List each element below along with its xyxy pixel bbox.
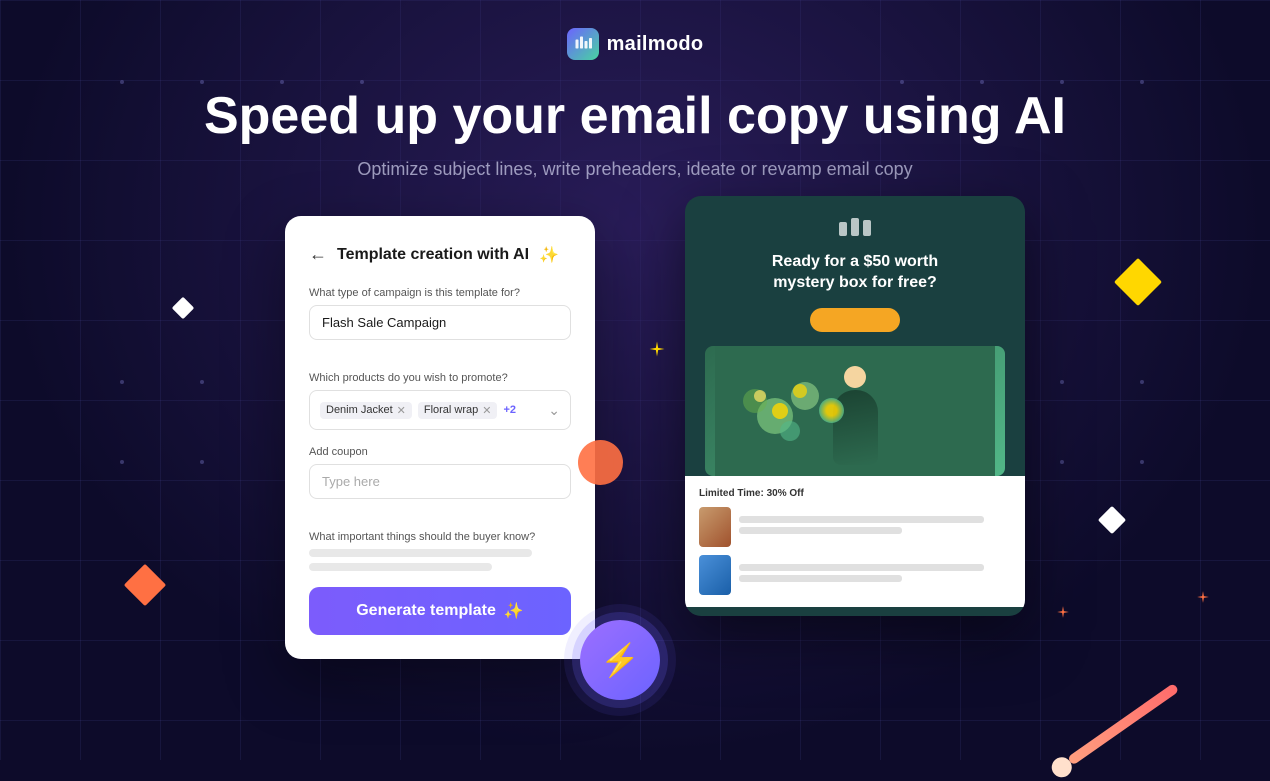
- tag-denim-jacket-label: Denim Jacket: [326, 404, 393, 416]
- product-row-1: [699, 507, 1011, 547]
- panel-title: Template creation with AI: [337, 246, 529, 264]
- orange-blob-decoration: [578, 440, 623, 485]
- buyer-info-skeleton: [309, 549, 571, 571]
- generate-button[interactable]: Generate template ✨: [309, 587, 571, 635]
- lightning-circle: ⚡: [580, 620, 660, 700]
- email-cta-button[interactable]: [810, 308, 900, 332]
- email-panel-inner: Ready for a $50 worthmystery box for fre…: [685, 196, 1025, 476]
- skeleton-line-2: [309, 563, 492, 571]
- email-preview-panel: Ready for a $50 worthmystery box for fre…: [685, 196, 1025, 616]
- buyer-info-label: What important things should the buyer k…: [309, 531, 571, 543]
- brand-name: mailmodo: [607, 33, 704, 56]
- coupon-group: Add coupon: [309, 446, 571, 515]
- lightning-bolt-icon: ⚡: [600, 641, 640, 679]
- orange-sparkle-2: [1196, 590, 1210, 609]
- product-row-2: [699, 555, 1011, 595]
- panels-wrapper: ← Template creation with AI ✨ What type …: [285, 216, 985, 659]
- product-thumb-1: [699, 507, 731, 547]
- email-logo: [705, 216, 1005, 238]
- header: mailmodo: [567, 28, 704, 60]
- skeleton-line-1: [309, 549, 532, 557]
- hero-title: Speed up your email copy using AI: [204, 88, 1066, 145]
- email-product-image: [705, 346, 1005, 476]
- sparkle-icon: ✨: [539, 245, 559, 265]
- product-info-1: [739, 516, 1011, 538]
- tag-denim-jacket[interactable]: Denim Jacket ✕: [320, 402, 412, 419]
- campaign-type-group: What type of campaign is this template f…: [309, 287, 571, 356]
- hero-subtitle: Optimize subject lines, write preheaders…: [357, 159, 912, 180]
- generate-button-icon: ✨: [504, 601, 524, 621]
- limited-time-text: Limited Time: 30% Off: [699, 488, 1011, 499]
- products-group: Which products do you wish to promote? D…: [309, 372, 571, 430]
- orange-sparkle-1: [1056, 605, 1070, 624]
- email-headline: Ready for a $50 worthmystery box for fre…: [705, 252, 1005, 294]
- tag-floral-wrap-label: Floral wrap: [424, 404, 478, 416]
- tag-floral-wrap-close[interactable]: ✕: [482, 404, 491, 417]
- campaign-type-input[interactable]: [309, 305, 571, 340]
- tag-denim-jacket-close[interactable]: ✕: [397, 404, 406, 417]
- coupon-label: Add coupon: [309, 446, 571, 458]
- yellow-sparkle-1: [648, 340, 666, 363]
- dropdown-chevron[interactable]: ⌄: [548, 402, 560, 419]
- product-info-2: [739, 564, 1011, 586]
- tag-more: +2: [503, 404, 516, 416]
- email-bottom-section: Limited Time: 30% Off: [685, 476, 1025, 607]
- buyer-info-group: What important things should the buyer k…: [309, 531, 571, 571]
- campaign-type-label: What type of campaign is this template f…: [309, 287, 571, 299]
- product-info-line-1: [739, 516, 984, 523]
- generate-button-label: Generate template: [356, 602, 496, 620]
- tag-floral-wrap[interactable]: Floral wrap ✕: [418, 402, 498, 419]
- logo-icon: [567, 28, 599, 60]
- product-info-line-2: [739, 527, 902, 534]
- panel-header: ← Template creation with AI ✨: [309, 244, 571, 265]
- product-rows: [699, 507, 1011, 595]
- products-input[interactable]: Denim Jacket ✕ Floral wrap ✕ +2 ⌄: [309, 390, 571, 430]
- coupon-input[interactable]: [309, 464, 571, 499]
- product-info-line-4: [739, 575, 902, 582]
- product-thumb-2: [699, 555, 731, 595]
- product-info-line-3: [739, 564, 984, 571]
- form-panel: ← Template creation with AI ✨ What type …: [285, 216, 595, 659]
- products-label: Which products do you wish to promote?: [309, 372, 571, 384]
- back-button[interactable]: ←: [309, 244, 327, 265]
